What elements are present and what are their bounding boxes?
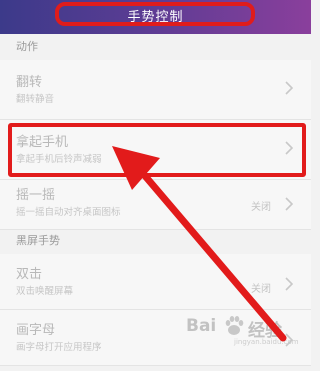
setting-row-subtitle: 翻转静音 (16, 94, 55, 105)
header-bar: 手势控制 (0, 0, 311, 34)
setting-status-off: 关闭 (251, 202, 271, 213)
setting-row-subtitle: 画字母打开应用程序 (16, 342, 102, 353)
section-header-screen-off-gestures: 黑屏手势 (16, 234, 60, 247)
chevron-right-icon (285, 277, 294, 291)
watermark-brand-left: Bai (186, 316, 217, 336)
watermark-url: jingyan.baidu.com (234, 338, 299, 346)
title-annotation-outline (55, 2, 255, 26)
baidu-paw-icon (225, 316, 244, 335)
baidu-jingyan-watermark: Bai 经验 jingyan.baidu.com (186, 310, 299, 346)
chevron-right-icon (285, 197, 294, 211)
setting-row-double-tap[interactable]: 双击 双击唤醒屏幕 关闭 (0, 254, 311, 310)
setting-row-title: 画字母 (16, 323, 56, 338)
setting-row-flip[interactable]: 翻转 翻转静音 (0, 60, 311, 120)
setting-row-subtitle: 摇一摇自动对齐桌面图标 (16, 207, 121, 218)
section-header-actions: 动作 (16, 40, 38, 53)
gesture-control-screen: 手势控制 动作 翻转 翻转静音 拿起手机 拿起手机后铃声减弱 摇一摇 摇一摇自动… (0, 0, 311, 371)
setting-row-title: 翻转 (16, 75, 43, 90)
pick-up-annotation-box (8, 123, 306, 177)
setting-row-subtitle: 双击唤醒屏幕 (16, 286, 74, 297)
setting-status-off: 关闭 (251, 284, 271, 295)
chevron-right-icon (285, 81, 294, 95)
setting-row-title: 摇一摇 (16, 188, 56, 203)
setting-row-shake[interactable]: 摇一摇 摇一摇自动对齐桌面图标 关闭 (0, 180, 311, 230)
setting-row-title: 双击 (16, 267, 43, 282)
